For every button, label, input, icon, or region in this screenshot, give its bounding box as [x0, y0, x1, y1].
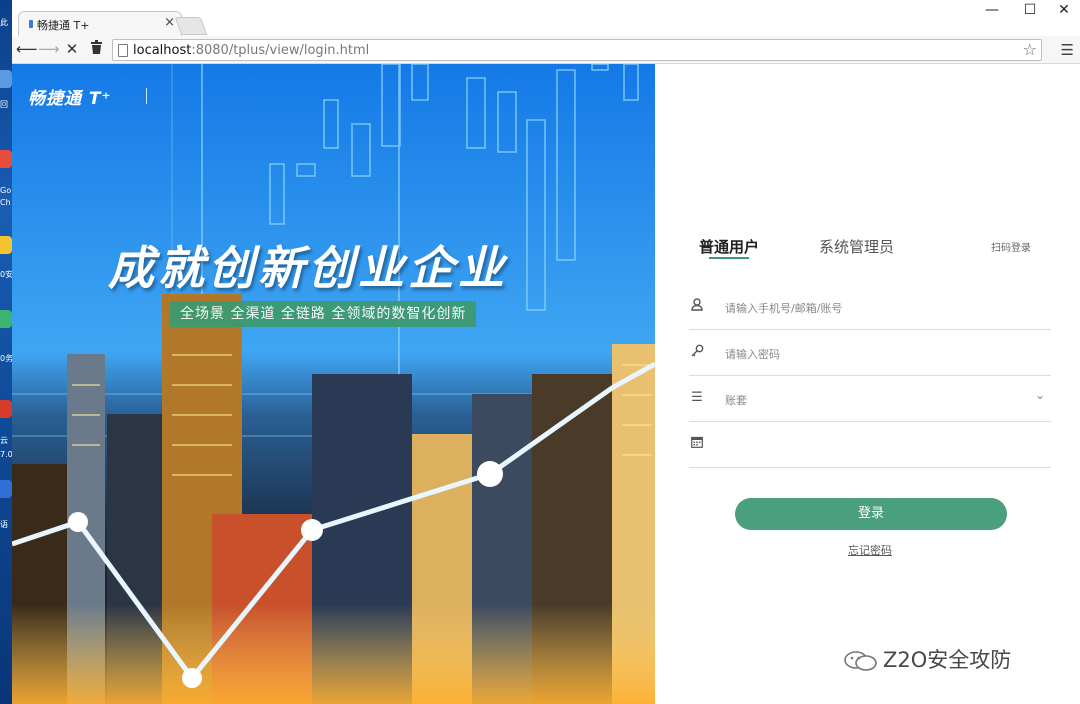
hero-banner: 畅捷通 T⁺ 成就创新创业企业 全场景 全渠道 全链路 全领域的数智化创新	[12, 64, 655, 704]
desktop-icon-label[interactable]: 7.0	[0, 450, 12, 459]
desktop-icon-label[interactable]: 云	[0, 436, 12, 445]
desktop-icon-label[interactable]: 此	[0, 18, 12, 27]
bookmark-star-icon[interactable]: ☆	[1023, 40, 1037, 59]
back-arrow-icon[interactable]: ⟵	[16, 40, 38, 58]
menu-icon[interactable]: ☰	[1061, 41, 1074, 59]
logo-divider	[146, 88, 147, 104]
recycle-bin-icon[interactable]	[0, 70, 12, 88]
desktop-icon-label[interactable]: 0务	[0, 354, 12, 363]
browser-tab[interactable]: 畅捷通 T+ ×	[18, 11, 182, 36]
wechat-icon	[844, 651, 877, 671]
active-tab-underline	[709, 257, 749, 259]
chrome-icon[interactable]	[0, 150, 12, 168]
desktop-icon-label[interactable]: 0安	[0, 270, 12, 279]
tab-bar: 畅捷通 T+ × — ☐ ✕	[12, 0, 1080, 36]
close-tab-icon[interactable]: ×	[164, 15, 175, 30]
key-icon	[689, 344, 705, 360]
account-book-placeholder: 账套	[725, 394, 747, 407]
hero-headline: 成就创新创业企业	[108, 241, 508, 295]
address-bar[interactable]: localhost:8080/tplus/view/login.html ☆	[112, 39, 1042, 61]
app-icon[interactable]	[0, 400, 12, 418]
url-text[interactable]: localhost:8080/tplus/view/login.html	[133, 43, 369, 58]
tab-title: 畅捷通 T+	[37, 19, 90, 32]
app-icon[interactable]	[0, 310, 12, 328]
password-field[interactable]: 请输入密码	[689, 330, 1051, 376]
account-book-select[interactable]: ☰ 账套 ⌄	[689, 376, 1051, 422]
stop-icon[interactable]: ✕	[62, 40, 82, 58]
minimize-button[interactable]: —	[972, 2, 1012, 18]
desktop-icon-label[interactable]: 语	[0, 520, 12, 529]
date-field[interactable]	[689, 422, 1051, 468]
password-placeholder: 请输入密码	[725, 348, 780, 361]
login-button[interactable]: 登录	[735, 498, 1007, 530]
tab-system-admin[interactable]: 系统管理员	[819, 236, 894, 257]
forward-arrow-icon[interactable]: ⟶	[38, 40, 60, 58]
trash-icon[interactable]	[86, 40, 106, 58]
favicon-icon	[29, 20, 33, 28]
forgot-password-link[interactable]: 忘记密码	[848, 542, 892, 558]
hero-slogan: 全场景 全渠道 全链路 全领域的数智化创新	[170, 301, 477, 327]
list-icon: ☰	[691, 390, 703, 405]
calendar-icon	[689, 436, 705, 452]
new-tab-button[interactable]	[174, 17, 208, 35]
tab-normal-user[interactable]: 普通用户	[699, 236, 759, 257]
desktop-strip: 此 回 Go Ch 0安 0务 云 7.0 语	[0, 0, 12, 704]
desktop-icon-label[interactable]: 回	[0, 100, 12, 109]
app-icon[interactable]	[0, 480, 12, 498]
login-page: 畅捷通 T⁺ 成就创新创业企业 全场景 全渠道 全链路 全领域的数智化创新 普通…	[12, 64, 1080, 704]
app-icon[interactable]	[0, 236, 12, 254]
watermark: Z2O安全攻防	[843, 644, 1011, 674]
account-placeholder: 请输入手机号/邮箱/账号	[725, 302, 843, 315]
brand-logo: 畅捷通 T⁺	[28, 89, 112, 109]
watermark-text: Z2O安全攻防	[883, 648, 1012, 672]
browser-toolbar: ⟵ ⟶ ✕ localhost:8080/tplus/view/login.ht…	[12, 36, 1080, 64]
qr-login-link[interactable]: 扫码登录	[991, 239, 1031, 254]
browser-window: 畅捷通 T+ × — ☐ ✕ ⟵ ⟶ ✕ localhost:8080/tplu…	[12, 0, 1080, 704]
hero-graphics	[12, 64, 655, 704]
close-window-button[interactable]: ✕	[1044, 2, 1080, 18]
login-panel: 普通用户 系统管理员 扫码登录 请输入手机号/邮箱/账号 请输入密码 ☰ 账套 …	[655, 64, 1080, 704]
desktop-icon-label[interactable]: Ch	[0, 198, 12, 207]
page-icon	[118, 44, 128, 57]
desktop-icon-label[interactable]: Go	[0, 186, 12, 195]
chevron-down-icon[interactable]: ⌄	[1035, 388, 1045, 402]
user-icon	[689, 298, 705, 314]
account-field[interactable]: 请输入手机号/邮箱/账号	[689, 284, 1051, 330]
